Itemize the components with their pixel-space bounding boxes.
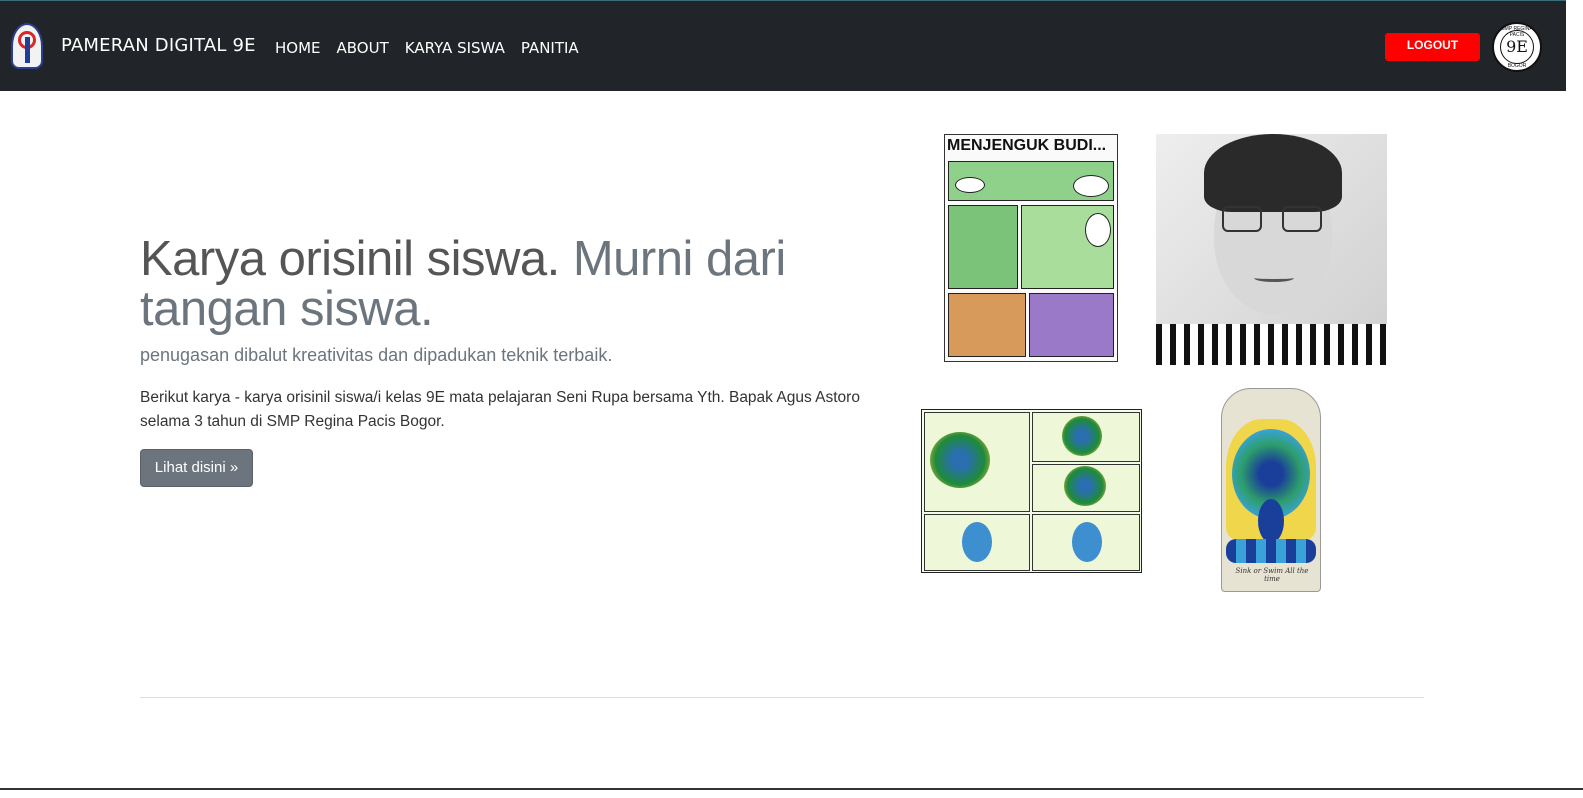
speech-bubble xyxy=(1085,213,1111,247)
main-nav: HOME ABOUT KARYA SISWA PANITIA xyxy=(275,39,595,57)
top-navbar: PAMERAN DIGITAL 9E HOME ABOUT KARYA SISW… xyxy=(0,0,1566,91)
board-waves xyxy=(1226,539,1316,563)
section-divider xyxy=(140,697,1424,698)
nav-home-link[interactable]: HOME xyxy=(275,39,321,57)
class-logo: SMP REGINA PACIS 9E BOGOR xyxy=(1492,22,1542,72)
nav-about-link[interactable]: ABOUT xyxy=(337,39,389,57)
hero-description: Berikut karya - karya orisinil siswa/i k… xyxy=(140,389,860,430)
view-works-button[interactable]: Lihat disini » xyxy=(140,449,253,487)
portrait-shirt xyxy=(1156,324,1387,365)
window-bottom-edge xyxy=(0,788,1583,790)
peacock-drawing xyxy=(962,522,992,562)
nav-panitia-link[interactable]: PANITIA xyxy=(521,39,579,57)
painted-board-artwork: Sink or Swim All the time xyxy=(1221,388,1321,592)
peacock-drawing xyxy=(1064,466,1106,506)
comic-artwork: MENJENGUK BUDI... xyxy=(944,134,1118,362)
peacock-drawing xyxy=(930,432,990,488)
comic-title: MENJENGUK BUDI... xyxy=(947,137,1107,154)
peacock-drawing xyxy=(1062,416,1102,456)
comic-panel xyxy=(1029,293,1114,357)
crest-bar xyxy=(25,37,30,63)
speech-bubble xyxy=(1073,175,1109,197)
hero-heading-main: Karya orisinil siswa. xyxy=(140,232,560,286)
peacock-drawing xyxy=(1072,522,1102,562)
comic-panel xyxy=(948,205,1018,289)
portrait-hair xyxy=(1204,134,1342,212)
board-peacock-body xyxy=(1258,499,1284,543)
speech-bubble xyxy=(955,177,985,193)
board-caption: Sink or Swim All the time xyxy=(1235,567,1309,583)
hero-lead: penugasan dibalut kreativitas dan dipadu… xyxy=(140,345,613,365)
class-logo-mark: 9E xyxy=(1500,30,1534,64)
portrait-artwork xyxy=(1156,134,1387,365)
school-crest-logo[interactable] xyxy=(11,23,43,69)
nav-karya-siswa-link[interactable]: KARYA SISWA xyxy=(405,39,505,57)
glasses-left xyxy=(1222,206,1262,232)
class-logo-bottom-text: BOGOR xyxy=(1507,63,1527,69)
glasses-right xyxy=(1282,206,1322,232)
brand-title[interactable]: PAMERAN DIGITAL 9E xyxy=(61,35,256,56)
comic-panel xyxy=(948,293,1026,357)
portrait-mouth xyxy=(1254,274,1294,282)
hero-heading: Karya orisinil siswa. Murni dari tangan … xyxy=(140,234,840,334)
logout-button[interactable]: LOGOUT xyxy=(1385,33,1480,61)
peacock-sketch-sheet xyxy=(921,409,1142,573)
